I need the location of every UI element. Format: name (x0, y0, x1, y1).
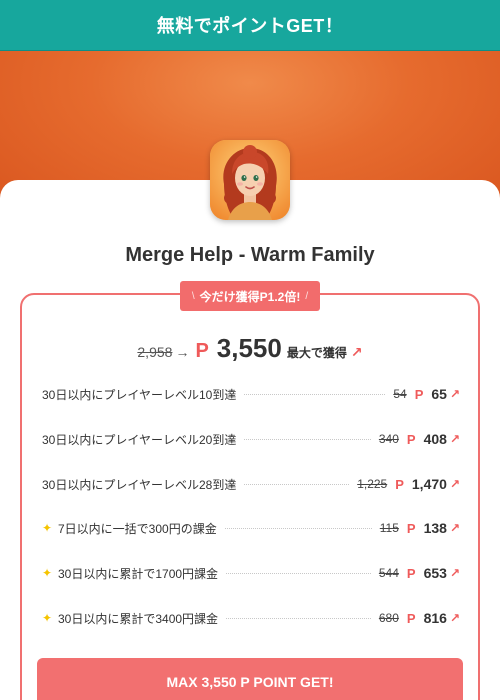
points-currency: P (406, 610, 416, 626)
sparkle-icon: ✦ (42, 611, 53, 625)
task-label: 30日以内に累計で3400円課金 (58, 611, 219, 626)
arrow-up-right-icon: ↗ (449, 387, 460, 401)
sparkle-icon: ✦ (42, 521, 53, 535)
arrow-up-right-icon: ↗ (449, 432, 460, 446)
task-row[interactable]: ✦ 30日以内に累計で1700円課金 544 P 653 ↗ (42, 563, 460, 583)
task-new-points: 816 (423, 610, 447, 626)
task-label: 7日以内に一括で300円の課金 (58, 521, 217, 536)
dotted-divider (224, 527, 372, 529)
points-currency: P (395, 476, 404, 492)
sparkle-icon: ✦ (42, 566, 53, 580)
get-points-button[interactable]: MAX 3,550 P POINT GET! (37, 658, 463, 700)
task-new-points: 653 (423, 565, 447, 581)
dotted-divider (244, 438, 371, 440)
points-currency: P (414, 386, 424, 402)
task-new-points: 408 (423, 431, 447, 447)
arrow-up-right-icon: ↗ (449, 566, 460, 580)
task-old-points: 680 (378, 611, 399, 625)
points-currency: P (406, 520, 416, 536)
task-old-points: 54 (393, 387, 407, 401)
app-title: Merge Help - Warm Family (125, 244, 375, 266)
promo-slash-right: / (305, 290, 309, 302)
task-new-points: 65 (431, 386, 447, 402)
total-suffix: 最大で獲得 (286, 346, 347, 360)
points-currency: P (195, 340, 209, 362)
task-row[interactable]: 30日以内にプレイヤーレベル28到達 1,225 P 1,470 ↗ (42, 474, 460, 494)
page-header: 無料でポイントGET！ (0, 0, 500, 51)
task-old-points: 544 (378, 566, 399, 580)
task-old-points: 115 (379, 521, 399, 535)
arrow-up-right-icon: ↗ (449, 477, 460, 491)
app-character-icon (210, 140, 290, 220)
dotted-divider (226, 572, 371, 574)
task-old-points: 340 (378, 432, 399, 446)
task-old-points: 1,225 (357, 477, 388, 491)
total-old-points: 2,958 (137, 344, 173, 360)
task-new-points: 1,470 (411, 476, 447, 492)
task-row[interactable]: 30日以内にプレイヤーレベル20到達 340 P 408 ↗ (42, 429, 460, 449)
arrow-right-icon: → (175, 344, 190, 360)
promo-slash-left: \ (191, 290, 195, 302)
task-row[interactable]: 30日以内にプレイヤーレベル10到達 54 P 65 ↗ (42, 384, 460, 404)
task-label: 30日以内にプレイヤーレベル10到達 (42, 387, 237, 402)
dotted-divider (244, 393, 386, 395)
task-label: 30日以内にプレイヤーレベル20到達 (42, 432, 237, 447)
task-row[interactable]: ✦ 7日以内に一括で300円の課金 115 P 138 ↗ (42, 518, 460, 538)
arrow-up-right-icon: ↗ (449, 611, 460, 625)
dotted-divider (244, 483, 350, 485)
promo-badge: \ 今だけ獲得P1.2倍! / (180, 281, 320, 311)
total-points: 2,958 → P 3,550 最大で獲得 ↗ (0, 333, 500, 364)
header-title: 無料でポイントGET！ (156, 16, 344, 36)
promo-label: 今だけ獲得P1.2倍! (199, 289, 301, 304)
arrow-up-right-icon: ↗ (449, 521, 460, 535)
task-label: 30日以内にプレイヤーレベル28到達 (42, 477, 237, 492)
arrow-up-right-icon: ↗ (350, 344, 363, 360)
dotted-divider (226, 617, 371, 619)
points-currency: P (406, 565, 416, 581)
task-row[interactable]: ✦ 30日以内に累計で3400円課金 680 P 816 ↗ (42, 608, 460, 628)
task-new-points: 138 (423, 520, 447, 536)
task-label: 30日以内に累計で1700円課金 (58, 566, 219, 581)
points-currency: P (406, 431, 416, 447)
total-new-points: 3,550 (216, 333, 282, 363)
